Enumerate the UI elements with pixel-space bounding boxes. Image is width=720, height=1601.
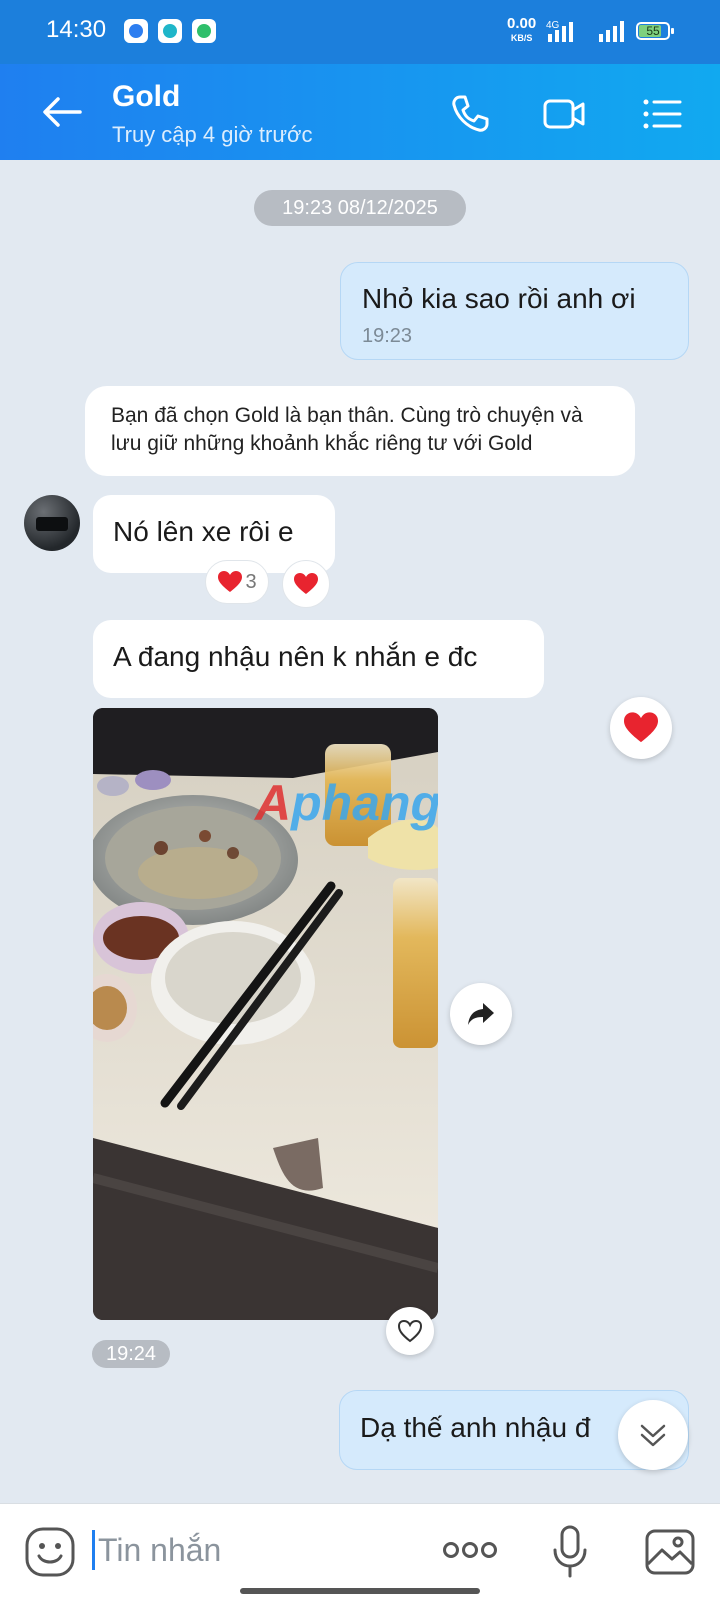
- text-caret: [92, 1530, 95, 1570]
- message-bubble-incoming[interactable]: A đang nhậu nên k nhắn e đc: [93, 620, 544, 698]
- status-bar: 14:30 0.00 KB/S 4G 55: [0, 0, 720, 64]
- forward-button[interactable]: [450, 983, 512, 1045]
- date-divider: 19:23 08/12/2025: [254, 190, 466, 226]
- notification-shield-icon: [192, 19, 216, 43]
- heart-react-button[interactable]: [610, 697, 672, 759]
- message-text: Nhỏ kia sao rồi anh ơi: [362, 283, 636, 314]
- back-arrow-icon[interactable]: [40, 92, 84, 132]
- sticker-icon[interactable]: [24, 1526, 76, 1578]
- signal-4g-icon: 4G: [546, 20, 573, 42]
- status-time: 14:30: [46, 16, 107, 43]
- reaction-summary[interactable]: 3: [205, 560, 269, 604]
- svg-text:4G: 4G: [546, 20, 560, 31]
- image-icon[interactable]: [644, 1526, 696, 1578]
- photo-react-button[interactable]: [386, 1307, 434, 1355]
- heart-icon: [624, 712, 658, 743]
- heart-outline-icon: [397, 1319, 423, 1343]
- message-input-bar: [0, 1503, 720, 1601]
- more-icon[interactable]: [442, 1540, 498, 1560]
- video-call-icon[interactable]: [542, 92, 586, 136]
- notification-app-icon: [124, 19, 148, 43]
- reaction-count: 3: [245, 570, 257, 593]
- message-time: 19:23: [362, 325, 413, 347]
- photo-time: 19:24: [92, 1340, 170, 1368]
- contact-avatar[interactable]: [24, 495, 80, 551]
- contact-status: Truy cập 4 giờ trước: [112, 122, 313, 147]
- close-friend-notice: Bạn đã chọn Gold là bạn thân. Cùng trò c…: [85, 386, 635, 476]
- forward-share-icon: [468, 1003, 494, 1025]
- message-text: A đang nhậu nên k nhắn e đc: [113, 641, 478, 672]
- heart-icon: [218, 571, 243, 592]
- photo-watermark: Aphang: [255, 775, 438, 831]
- battery-icon: 55: [636, 22, 674, 40]
- menu-list-icon[interactable]: [640, 92, 684, 136]
- message-input[interactable]: [96, 1524, 398, 1576]
- phone-icon[interactable]: [448, 92, 492, 136]
- notification-chat-icon: [158, 19, 182, 43]
- message-bubble-outgoing[interactable]: Nhỏ kia sao rồi anh ơi 19:23: [340, 262, 689, 360]
- microphone-icon[interactable]: [550, 1524, 590, 1580]
- home-indicator[interactable]: [240, 1588, 480, 1594]
- message-text: Nó lên xe rôi e: [113, 516, 294, 547]
- heart-react-button[interactable]: [282, 560, 330, 608]
- photo-message[interactable]: Aphang: [93, 708, 438, 1320]
- scroll-down-button[interactable]: [618, 1400, 688, 1470]
- network-speed: 0.00 KB/S: [507, 15, 537, 43]
- signal-bars-icon: [599, 21, 624, 42]
- scroll-down-icon: [640, 1424, 666, 1447]
- heart-icon: [294, 573, 318, 594]
- chat-header: Gold Truy cập 4 giờ trước: [0, 64, 720, 160]
- contact-name[interactable]: Gold: [112, 80, 180, 114]
